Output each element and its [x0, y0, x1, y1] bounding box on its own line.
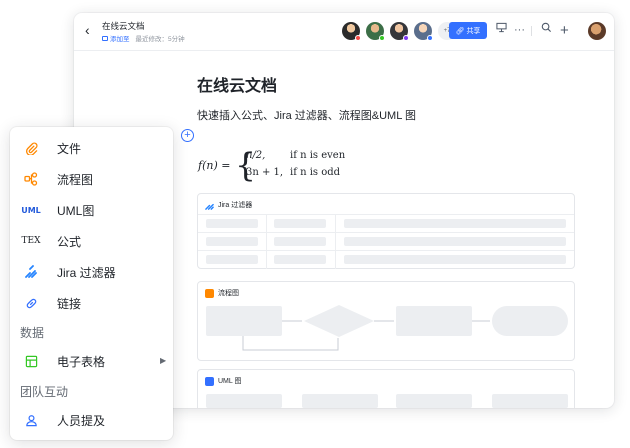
menu-item-label: UML图 [57, 204, 95, 218]
menu-item-label: 链接 [57, 297, 82, 311]
block-title: UML 图 [218, 378, 242, 385]
subtitle: 快速插入公式、Jira 过滤器、流程图&UML 图 [197, 110, 416, 122]
avatar[interactable] [414, 22, 433, 41]
jira-table-placeholder [198, 214, 574, 269]
link-icon: 🔗︎ [455, 27, 465, 35]
person-icon [24, 413, 38, 427]
menu-item-label: 人员提及 [57, 414, 106, 428]
menu-item-label: 电子表格 [57, 355, 106, 369]
case-1-cond: if n is even [290, 150, 346, 161]
menu-item-label: 公式 [57, 235, 82, 249]
flowchart-icon [205, 288, 214, 298]
divider [531, 26, 532, 36]
flowchart-block[interactable]: 流程图 [197, 281, 575, 361]
block-header: UML 图 [205, 376, 241, 386]
last-modified: 最近修改：5分钟 [135, 36, 185, 43]
menu-item-spreadsheet[interactable]: 电子表格 ▶ [10, 346, 173, 376]
section-data-heading: 数据 [20, 326, 45, 340]
jira-icon [205, 203, 214, 210]
back-button[interactable]: ‹ [85, 23, 90, 37]
case-1-expr: n/2, [246, 150, 266, 161]
menu-item-mention[interactable]: 人员提及 [10, 405, 173, 435]
more-icon[interactable]: ··· [514, 22, 525, 39]
add-to-label: 添加至 [110, 36, 130, 43]
menu-item-formula[interactable]: TEX 公式 [10, 226, 173, 256]
menu-item-flowchart[interactable]: 流程图 [10, 164, 173, 194]
flowchart-placeholder [206, 305, 568, 351]
share-label: 共享 [466, 27, 481, 35]
tex-icon: TEX [21, 236, 41, 246]
avatar[interactable] [366, 22, 385, 41]
menu-item-link[interactable]: 链接 [10, 288, 173, 318]
flowchart-icon [24, 172, 38, 186]
case-2-cond: if n is odd [290, 167, 341, 178]
uml-icon: UML [21, 205, 41, 215]
formula-lhs: f(n) = [198, 159, 231, 172]
search-icon[interactable] [541, 22, 552, 39]
folder-icon [102, 35, 108, 41]
uml-block[interactable]: UML 图 [197, 369, 575, 408]
page-title: 在线云文档 [197, 78, 278, 95]
menu-item-file[interactable]: 文件 [10, 133, 173, 163]
avatar[interactable] [390, 22, 409, 41]
menu-item-label: 文件 [57, 142, 82, 156]
insert-block-button[interactable]: + [181, 129, 194, 142]
share-button[interactable]: 🔗︎ 共享 [449, 22, 487, 39]
plus-icon[interactable]: + [560, 22, 569, 39]
present-icon[interactable] [496, 22, 507, 39]
insert-menu: 文件 流程图 UML UML图 TEX 公式 Jira 过滤器 链接 数据 电子… [10, 127, 173, 440]
add-to-folder-link[interactable]: 添加至 [102, 33, 130, 43]
doc-meta: 添加至 最近修改：5分钟 [102, 33, 185, 43]
menu-item-label: Jira 过滤器 [57, 266, 116, 280]
block-title: 流程图 [218, 290, 239, 297]
block-header: 流程图 [205, 288, 239, 298]
uml-icon [205, 376, 214, 386]
menu-item-uml[interactable]: UML UML图 [10, 195, 173, 225]
menu-item-jira[interactable]: Jira 过滤器 [10, 257, 173, 287]
block-title: Jira 过滤器 [218, 202, 253, 209]
link-icon [24, 296, 38, 310]
collaborator-avatars: +7 [342, 22, 456, 41]
jira-icon [24, 265, 38, 279]
menu-item-label: 流程图 [57, 173, 94, 187]
jira-filter-block[interactable]: Jira 过滤器 [197, 193, 575, 269]
block-header: Jira 过滤器 [205, 200, 252, 210]
top-bar: ‹ 在线云文档 添加至 最近修改：5分钟 +7 🔗︎ 共享 ··· + [74, 13, 614, 51]
avatar[interactable] [342, 22, 361, 41]
paperclip-icon [24, 141, 38, 155]
section-team-heading: 团队互动 [20, 385, 69, 399]
doc-title: 在线云文档 [102, 21, 145, 31]
submenu-arrow-icon: ▶ [160, 356, 167, 365]
user-avatar[interactable] [588, 22, 606, 40]
case-2-expr: 3n + 1, [246, 167, 284, 178]
spreadsheet-icon [24, 354, 38, 368]
